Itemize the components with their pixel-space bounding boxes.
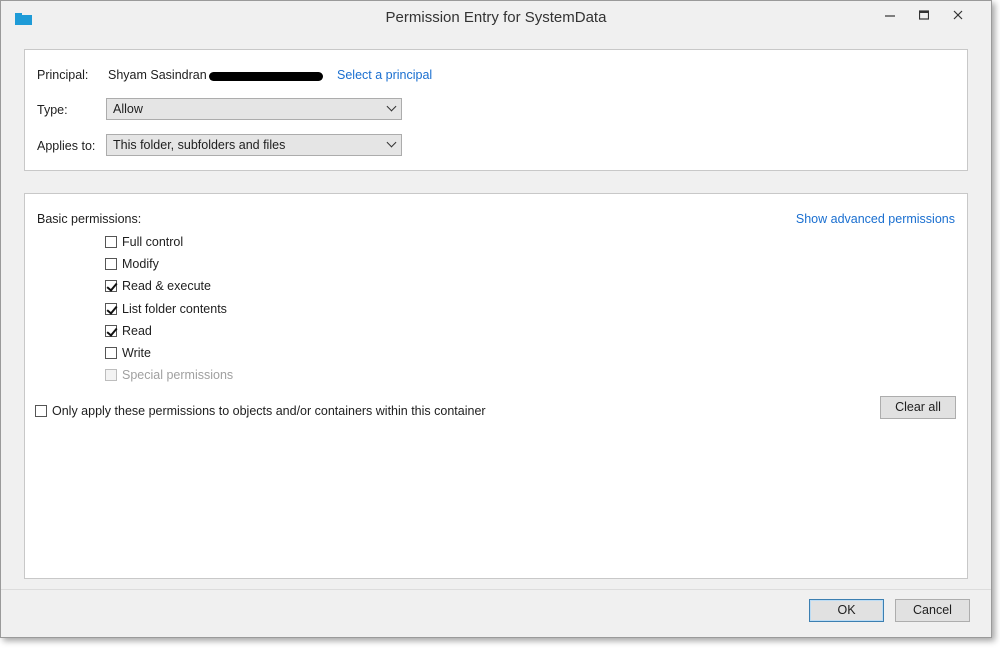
show-advanced-permissions-link[interactable]: Show advanced permissions: [796, 212, 955, 226]
permission-checkbox[interactable]: [105, 347, 117, 359]
chevron-down-icon: [386, 101, 397, 112]
cancel-button[interactable]: Cancel: [895, 599, 970, 622]
chevron-down-icon: [386, 137, 397, 148]
type-select[interactable]: Allow: [106, 98, 402, 120]
principal-panel: Principal: Shyam Sasindran Select a prin…: [24, 49, 968, 171]
permission-checkbox[interactable]: [105, 236, 117, 248]
title-bar: Permission Entry for SystemData: [1, 1, 991, 37]
clear-all-button[interactable]: Clear all: [880, 396, 956, 419]
principal-label: Principal:: [37, 68, 89, 82]
select-principal-link[interactable]: Select a principal: [337, 68, 432, 82]
permission-checkbox[interactable]: [105, 302, 118, 315]
permission-row[interactable]: Modify: [105, 255, 159, 273]
permission-label: Write: [122, 346, 151, 360]
permission-label: Full control: [122, 235, 184, 249]
maximize-icon: [918, 10, 930, 20]
permission-label: Read & execute: [122, 279, 211, 294]
permission-row[interactable]: Read: [105, 322, 152, 340]
close-icon: [953, 10, 963, 20]
applies-to-label: Applies to:: [37, 139, 96, 153]
type-value: Allow: [113, 102, 143, 116]
permission-label: Modify: [122, 257, 159, 272]
permission-row[interactable]: Read & execute: [105, 277, 211, 295]
maximize-button[interactable]: [909, 5, 939, 27]
checkmark-icon: [106, 280, 118, 293]
basic-permissions-label: Basic permissions:: [37, 212, 142, 226]
permission-row[interactable]: Write: [105, 344, 151, 362]
close-button[interactable]: [943, 5, 973, 27]
permission-label: List folder contents: [122, 301, 227, 316]
minimize-button[interactable]: [875, 5, 905, 27]
permission-checkbox[interactable]: [105, 258, 117, 271]
permission-row: Special permissions: [105, 366, 233, 384]
permission-checkbox[interactable]: [105, 324, 118, 337]
divider: [1, 589, 991, 590]
permission-row[interactable]: List folder contents: [105, 300, 227, 318]
window-title: Permission Entry for SystemData: [385, 9, 607, 26]
only-apply-checkbox[interactable]: [35, 405, 47, 417]
permission-checkbox: [105, 369, 117, 382]
only-apply-label: Only apply these permissions to objects …: [52, 404, 486, 418]
permission-checkbox[interactable]: [105, 280, 118, 293]
minimize-icon: [885, 15, 895, 17]
checkmark-icon: [106, 325, 118, 337]
permission-entry-dialog: Permission Entry for SystemData Principa…: [0, 0, 992, 638]
permission-label: Special permissions: [122, 368, 234, 383]
redaction-mark: [209, 72, 323, 81]
principal-name: Shyam Sasindran: [108, 68, 207, 82]
ok-button[interactable]: OK: [809, 599, 884, 622]
only-apply-checkbox-row[interactable]: Only apply these permissions to objects …: [35, 402, 486, 420]
type-label: Type:: [37, 103, 68, 117]
applies-to-value: This folder, subfolders and files: [113, 138, 286, 152]
permission-label: Read: [122, 323, 152, 338]
checkmark-icon: [106, 302, 118, 315]
permission-row[interactable]: Full control: [105, 233, 183, 251]
applies-to-select[interactable]: This folder, subfolders and files: [106, 134, 402, 156]
